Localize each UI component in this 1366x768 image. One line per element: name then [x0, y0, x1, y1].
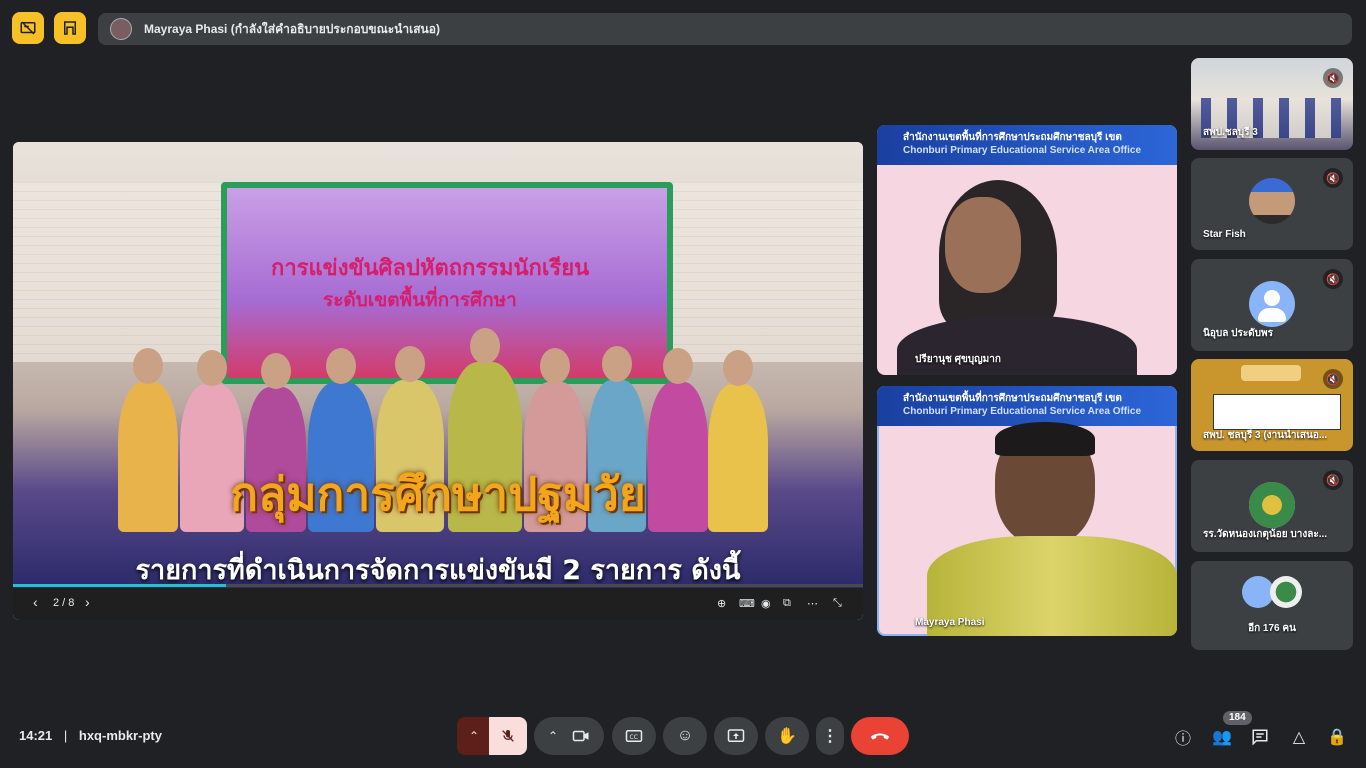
school-logo	[1249, 482, 1295, 528]
info-icon: ⓘ	[1174, 731, 1191, 748]
presenter-bar: Mayraya Phasi (กำลังใส่คำอธิบายประกอบขณะ…	[98, 13, 1352, 45]
slide-banner-line2: ระดับเขตพื้นที่การศึกษา	[323, 289, 517, 311]
avatar	[1270, 576, 1302, 608]
clock: 14:21	[19, 728, 53, 743]
thumbnail-title	[1241, 365, 1301, 381]
video-header-line1: สำนักงานเขตพื้นที่การศึกษาประถมศึกษาชลบุ…	[903, 393, 1122, 404]
mic-off-icon: 🔇	[1323, 470, 1343, 490]
camera-icon	[572, 730, 589, 742]
participant-name: สพป. ชลบุรี 3 (งานนำเสนอ...	[1203, 430, 1328, 441]
participant-tile[interactable]: 🔇 รร.วัดหนองเกตุน้อย บางละ...	[1191, 460, 1353, 552]
more-vert-icon: ⋮	[822, 728, 838, 745]
participant-name: Star Fish	[1203, 229, 1246, 240]
page-indicator: 2 / 8	[53, 597, 75, 609]
prev-slide-button[interactable]: ‹	[33, 594, 38, 610]
chevron-up-icon: ⌃	[468, 729, 480, 743]
people-icon: 👥	[1212, 729, 1232, 746]
participant-tile[interactable]: 🔇 Star Fish	[1191, 158, 1353, 250]
mic-off-icon: 🔇	[1323, 168, 1343, 188]
participant-video-tile[interactable]: สำนักงานเขตพื้นที่การศึกษาประถมศึกษาชลบุ…	[877, 125, 1177, 375]
mic-off-icon	[502, 730, 514, 742]
participant-tile[interactable]: 🔇 สพป.ชลบุรี 3	[1191, 58, 1353, 150]
lock-person-icon: 🔒	[1327, 729, 1347, 746]
emoji-icon: ☺	[676, 727, 694, 744]
more-participants-label: อีก 176 คน	[1248, 623, 1296, 634]
shapes-icon: △	[1292, 729, 1306, 746]
participant-name: รร.วัดหนองเกตุน้อย บางละ...	[1203, 529, 1328, 540]
mic-off-icon: 🔇	[1323, 369, 1343, 389]
meeting-details-button[interactable]: ⓘ	[1172, 726, 1194, 748]
reactions-button[interactable]: ☺	[663, 717, 707, 755]
present-icon	[727, 729, 745, 742]
video-header-line1: สำนักงานเขตพื้นที่การศึกษาประถมศึกษาชลบุ…	[903, 132, 1122, 143]
chevron-up-icon: ⌃	[547, 729, 559, 743]
participant-name: ปรียานุช ศุขบุญมาก	[915, 354, 1001, 365]
slide-progress-bar	[13, 584, 863, 587]
captions-icon: CC	[625, 730, 643, 742]
presenter-text: Mayraya Phasi (กำลังใส่คำอธิบายประกอบขณะ…	[144, 21, 440, 36]
avatar-placeholder-icon	[1249, 281, 1295, 327]
zoom-icon[interactable]: ⊕	[717, 597, 726, 610]
participant-name: สพป.ชลบุรี 3	[1203, 127, 1258, 138]
meeting-code: hxq-mbkr-pty	[78, 728, 162, 743]
video-header-line2: Chonburi Primary Educational Service Are…	[903, 145, 1142, 156]
participant-name: Mayraya Phasi	[915, 617, 985, 628]
person-face	[945, 197, 1021, 293]
captions-button[interactable]: CC	[612, 717, 656, 755]
present-screen-button[interactable]	[714, 717, 758, 755]
participant-count-badge: 184	[1223, 711, 1252, 725]
stop-presenting-button[interactable]	[12, 12, 44, 44]
people-button[interactable]: 👥	[1211, 726, 1233, 748]
activities-button[interactable]: △	[1288, 726, 1310, 748]
leave-call-button[interactable]	[851, 717, 909, 755]
raise-hand-button[interactable]: ✋	[765, 717, 809, 755]
presentation-thumbnail	[1213, 394, 1341, 430]
chat-icon	[1252, 729, 1268, 746]
avatar	[1249, 178, 1295, 224]
participant-name: นิอุบล ประดับพร	[1203, 328, 1273, 339]
broadcast-icon[interactable]: ◉	[761, 597, 771, 610]
more-options-icon[interactable]: ⋯	[807, 597, 818, 610]
video-header: สำนักงานเขตพื้นที่การศึกษาประถมศึกษาชลบุ…	[877, 386, 1177, 426]
presentation-controls: ‹ 2 / 8 › ⊕ ⌨ ◉ ⧉ ⋯ ⤡	[13, 584, 863, 620]
presentation-slide: การแข่งขันศิลปหัตถกรรมนักเรียน ระดับเขตพ…	[13, 142, 863, 588]
collapse-icon[interactable]: ⤡	[833, 597, 842, 610]
keyboard-icon[interactable]: ⌨	[739, 597, 755, 610]
layout-icon	[64, 21, 76, 35]
slide-headline: กลุ่มการศึกษาปฐมวัย	[230, 467, 646, 521]
person-hair	[995, 422, 1095, 456]
mic-off-icon: 🔇	[1323, 269, 1343, 289]
presenter-avatar	[110, 18, 132, 40]
more-participants-tile[interactable]: อีก 176 คน	[1191, 561, 1353, 650]
pip-icon[interactable]: ⧉	[783, 597, 791, 610]
mic-options-button[interactable]: ⌃	[457, 717, 491, 755]
call-end-icon	[870, 733, 890, 740]
slide-subline: รายการที่ดำเนินการจัดการแข่งขันมี 2 รายก…	[135, 555, 741, 586]
more-options-button[interactable]: ⋮	[816, 717, 844, 755]
main-presentation[interactable]: การแข่งขันศิลปหัตถกรรมนักเรียน ระดับเขตพ…	[13, 142, 863, 620]
host-controls-button[interactable]: 🔒	[1326, 726, 1348, 748]
video-header-line2: Chonburi Primary Educational Service Are…	[903, 406, 1142, 417]
mic-off-icon: 🔇	[1323, 68, 1343, 88]
layout-button[interactable]	[54, 12, 86, 44]
hand-icon: ✋	[777, 728, 797, 745]
present-stop-icon	[20, 21, 36, 35]
video-header: สำนักงานเขตพื้นที่การศึกษาประถมศึกษาชลบุ…	[877, 125, 1177, 165]
participant-tile[interactable]: 🔇 นิอุบล ประดับพร	[1191, 259, 1353, 351]
participant-tile[interactable]: 🔇 สพป. ชลบุรี 3 (งานนำเสนอ...	[1191, 359, 1353, 451]
camera-options-button[interactable]: ⌃	[534, 717, 604, 755]
meeting-info: 14:21 | hxq-mbkr-pty	[19, 728, 162, 743]
mic-toggle-button[interactable]	[489, 717, 527, 755]
slide-banner-line1: การแข่งขันศิลปหัตถกรรมนักเรียน	[271, 256, 590, 281]
chat-button[interactable]	[1249, 726, 1271, 748]
next-slide-button[interactable]: ›	[85, 594, 90, 610]
svg-text:CC: CC	[630, 734, 638, 741]
active-speaker-tile[interactable]: สำนักงานเขตพื้นที่การศึกษาประถมศึกษาชลบุ…	[877, 386, 1177, 636]
